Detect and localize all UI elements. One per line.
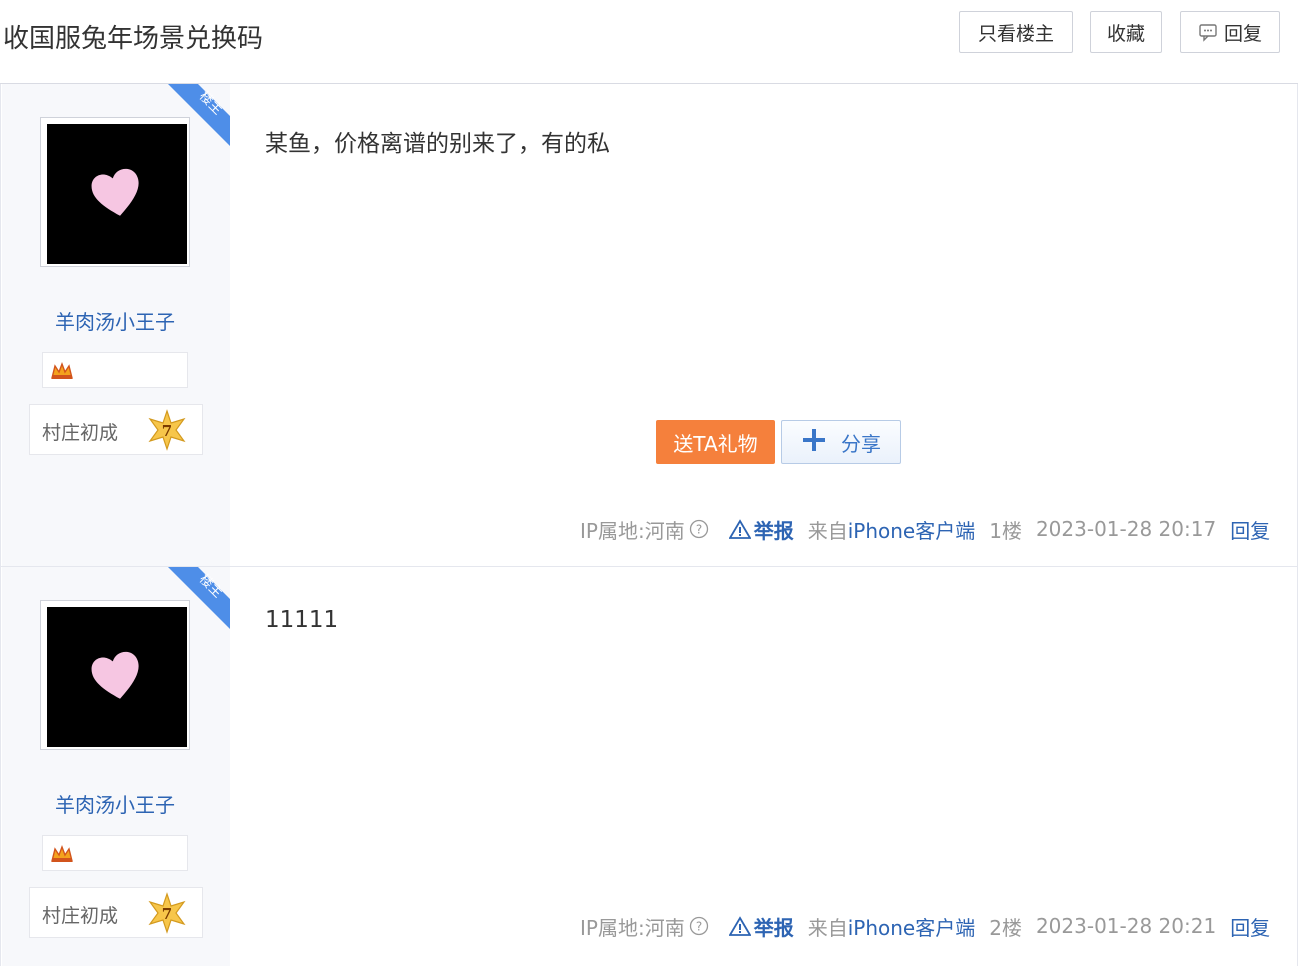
report-link[interactable]: 举报 bbox=[728, 515, 794, 544]
share-label: 分享 bbox=[841, 431, 881, 456]
level-star-icon: 7 bbox=[146, 409, 188, 455]
avatar[interactable] bbox=[40, 600, 190, 750]
report-label: 举报 bbox=[753, 915, 794, 940]
client-link[interactable]: iPhone客户端 bbox=[848, 519, 976, 543]
post-meta: IP属地:河南 ? 举报 来自iPhone客户端 1楼 2023-01-28 2… bbox=[580, 515, 1270, 544]
post-floor-1: 楼主 羊肉汤小王子 村庄初成 7 某鱼，价格离谱的别来了，有的私 送TA礼物 分… bbox=[0, 84, 1298, 567]
post-floor-2: 楼主 羊肉汤小王子 村庄初成 7 11111 IP属地:河南 ? 举报 来自iP… bbox=[0, 567, 1298, 966]
username-link[interactable]: 羊肉汤小王子 bbox=[0, 789, 230, 818]
reply-link[interactable]: 回复 bbox=[1230, 515, 1270, 544]
heart-icon bbox=[91, 168, 139, 216]
post-time: 2023-01-28 20:17 bbox=[1035, 517, 1217, 541]
level-title: 村庄初成 bbox=[42, 905, 119, 927]
ip-location: IP属地:河南 bbox=[580, 915, 685, 940]
only-op-button[interactable]: 只看楼主 bbox=[959, 11, 1073, 53]
warning-icon bbox=[728, 916, 751, 936]
level-number: 7 bbox=[162, 905, 172, 923]
from-prefix: 来自 bbox=[807, 518, 848, 543]
level-star-icon: 7 bbox=[146, 892, 188, 938]
share-button[interactable]: 分享 bbox=[781, 420, 901, 464]
heart-icon bbox=[91, 651, 139, 699]
share-plus-icon bbox=[801, 427, 827, 458]
reply-button[interactable]: 回复 bbox=[1180, 11, 1280, 53]
username-link[interactable]: 羊肉汤小王子 bbox=[0, 306, 230, 335]
avatar[interactable] bbox=[40, 117, 190, 267]
only-op-label: 只看楼主 bbox=[977, 22, 1054, 45]
favorite-button[interactable]: 收藏 bbox=[1090, 11, 1162, 53]
medal-icon[interactable] bbox=[49, 843, 75, 869]
question-icon[interactable]: ? bbox=[689, 519, 709, 539]
level-box[interactable]: 村庄初成 7 bbox=[29, 404, 203, 455]
from-client: 来自iPhone客户端 bbox=[808, 515, 976, 544]
avatar-image bbox=[47, 607, 187, 747]
floor-number: 1楼 bbox=[989, 518, 1022, 543]
level-number: 7 bbox=[162, 422, 172, 440]
send-gift-button[interactable]: 送TA礼物 bbox=[656, 420, 775, 464]
post-time: 2023-01-28 20:21 bbox=[1035, 914, 1217, 938]
report-link[interactable]: 举报 bbox=[728, 912, 794, 941]
reply-label: 回复 bbox=[1223, 22, 1262, 45]
warning-icon bbox=[728, 519, 751, 539]
from-client: 来自iPhone客户端 bbox=[808, 912, 976, 941]
from-prefix: 来自 bbox=[807, 915, 848, 940]
svg-text:?: ? bbox=[696, 920, 702, 934]
post-content: 11111 bbox=[265, 607, 339, 633]
thread-title: 收国服兔年场景兑换码 bbox=[3, 24, 264, 54]
medal-icon[interactable] bbox=[49, 360, 75, 386]
level-title: 村庄初成 bbox=[42, 422, 119, 444]
level-box[interactable]: 村庄初成 7 bbox=[29, 887, 203, 938]
post-content: 某鱼，价格离谱的别来了，有的私 bbox=[265, 131, 610, 157]
reply-link[interactable]: 回复 bbox=[1230, 912, 1270, 941]
client-link[interactable]: iPhone客户端 bbox=[848, 916, 976, 940]
ip-location: IP属地:河南 bbox=[580, 518, 685, 543]
comment-icon bbox=[1198, 22, 1218, 42]
svg-text:?: ? bbox=[696, 523, 702, 537]
report-label: 举报 bbox=[753, 518, 794, 543]
thread-page: 收国服兔年场景兑换码 只看楼主 收藏 回复 楼主 羊肉汤小王子 村庄初成 7 某… bbox=[0, 0, 1300, 966]
badge-box bbox=[42, 352, 188, 388]
badge-box bbox=[42, 835, 188, 871]
avatar-image bbox=[47, 124, 187, 264]
post-meta: IP属地:河南 ? 举报 来自iPhone客户端 2楼 2023-01-28 2… bbox=[580, 912, 1270, 941]
thread-header: 收国服兔年场景兑换码 只看楼主 收藏 回复 bbox=[0, 0, 1298, 84]
question-icon[interactable]: ? bbox=[689, 916, 709, 936]
floor-number: 2楼 bbox=[989, 915, 1022, 940]
favorite-label: 收藏 bbox=[1106, 22, 1145, 45]
